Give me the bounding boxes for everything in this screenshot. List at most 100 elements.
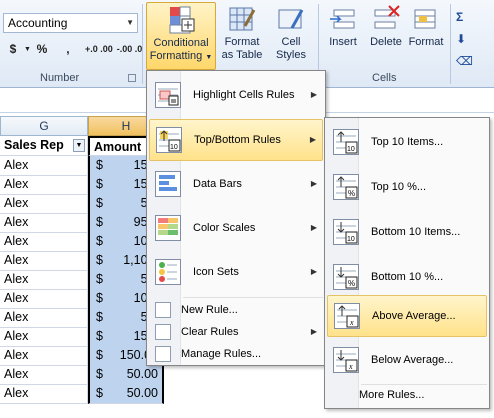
clear-icon[interactable]: ⌫: [456, 50, 486, 72]
sales-rep-cell[interactable]: Alex: [0, 175, 88, 195]
menu-item-label: New Rule...: [181, 304, 238, 316]
cell-styles-label-1: Cell: [281, 36, 301, 48]
currency-symbol: $: [96, 253, 103, 267]
amount-value: 50.00: [126, 386, 158, 400]
conditional-formatting-label-1: Conditional: [153, 37, 209, 49]
menu-item-data-bars[interactable]: Data Bars ▶: [149, 164, 323, 206]
menu-item-highlight-cells-rules[interactable]: Highlight Cells Rules ▶: [149, 75, 323, 117]
amount-cell[interactable]: $50.00: [88, 365, 164, 385]
menu-item-label: Top 10 Items...: [371, 136, 444, 148]
autosum-button[interactable]: Σ: [456, 6, 486, 28]
currency-symbol: $: [96, 177, 103, 191]
percent-style-button[interactable]: %: [33, 42, 51, 56]
increase-decimal-button[interactable]: +.0 .00: [85, 44, 113, 54]
menu-item-bottom-10-items[interactable]: 10 Bottom 10 Items...: [327, 212, 487, 254]
menu-item-top-10-percent[interactable]: % Top 10 %...: [327, 167, 487, 209]
header-cell-sales-rep[interactable]: Sales Rep ▼: [0, 136, 88, 156]
svg-text:10: 10: [347, 236, 355, 243]
header-label: Amount: [94, 140, 142, 154]
color-scales-icon: [155, 215, 181, 241]
sales-rep-cell[interactable]: Alex: [0, 289, 88, 309]
format-button[interactable]: Format: [406, 2, 446, 49]
currency-symbol: $: [96, 291, 103, 305]
currency-symbol: $: [96, 272, 103, 286]
submenu-arrow-icon: ▶: [309, 135, 316, 144]
sales-rep-cell[interactable]: Alex: [0, 346, 88, 366]
chevron-down-icon[interactable]: ▼: [24, 46, 31, 53]
cell-styles-label-2: Styles: [276, 49, 306, 61]
amount-value: 50.00: [126, 367, 158, 381]
insert-label: Insert: [329, 36, 357, 48]
menu-item-label: Top 10 %...: [371, 181, 427, 193]
svg-text:%: %: [348, 279, 355, 288]
sales-rep-cell[interactable]: Alex: [0, 156, 88, 176]
menu-item-top-10-items[interactable]: 10 Top 10 Items...: [327, 122, 487, 164]
conditional-formatting-button[interactable]: Conditional Formatting ▼: [146, 2, 216, 70]
menu-item-label: Below Average...: [371, 354, 454, 366]
column-header-g[interactable]: G: [0, 116, 88, 136]
sales-rep-cell[interactable]: Alex: [0, 384, 88, 404]
sales-rep-cell[interactable]: Alex: [0, 270, 88, 290]
icon-sets-icon: [155, 259, 181, 285]
top-10-items-icon: 10: [333, 129, 359, 155]
top-bottom-rules-icon: 10: [156, 127, 182, 153]
bottom-10-percent-icon: %: [333, 264, 359, 290]
delete-label: Delete: [370, 36, 402, 48]
chevron-down-icon: ▼: [126, 18, 134, 27]
menu-item-top-bottom-rules[interactable]: 10 Top/Bottom Rules ▶: [149, 119, 323, 161]
delete-button[interactable]: Delete: [366, 2, 406, 49]
menu-item-bottom-10-percent[interactable]: % Bottom 10 %...: [327, 257, 487, 299]
svg-text:10: 10: [347, 146, 355, 153]
sales-rep-cell[interactable]: Alex: [0, 308, 88, 328]
sales-rep-cell[interactable]: Alex: [0, 365, 88, 385]
menu-item-color-scales[interactable]: Color Scales ▶: [149, 208, 323, 250]
menu-item-label: Clear Rules: [181, 326, 239, 338]
svg-text:10: 10: [170, 144, 178, 151]
currency-symbol: $: [96, 348, 103, 362]
sales-rep-cell[interactable]: Alex: [0, 251, 88, 271]
menu-item-new-rule[interactable]: New Rule...: [149, 300, 323, 322]
new-rule-icon: [155, 302, 171, 318]
number-buttons-row: $ ▼ % , +.0 .00 -.00 .0: [4, 42, 143, 56]
submenu-arrow-icon: ▶: [310, 223, 317, 232]
decrease-decimal-button[interactable]: -.00 .0: [117, 44, 143, 54]
conditional-formatting-label-2: Formatting: [149, 50, 203, 62]
currency-format-button[interactable]: $: [4, 42, 22, 56]
manage-rules-icon: [155, 346, 171, 362]
top-bottom-rules-submenu: 10 Top 10 Items...% Top 10 %... 10 Bottom 10…: [324, 117, 490, 409]
currency-symbol: $: [96, 158, 103, 172]
delete-cells-icon: [371, 4, 401, 34]
menu-item-below-average[interactable]: x Below Average...: [327, 340, 487, 382]
submenu-arrow-icon: ▶: [310, 267, 317, 276]
number-format-dropdown[interactable]: Accounting ▼: [3, 13, 138, 33]
menu-item-more-rules[interactable]: More Rules...: [327, 386, 487, 406]
cell-styles-button[interactable]: Cell Styles: [270, 2, 312, 62]
fill-icon[interactable]: ⬇: [456, 28, 486, 50]
svg-text:%: %: [348, 189, 355, 198]
format-as-table-icon: [227, 4, 257, 34]
format-as-table-button[interactable]: Format as Table: [218, 2, 266, 62]
comma-style-button[interactable]: ,: [59, 42, 77, 56]
conditional-formatting-menu: Highlight Cells Rules ▶ 10 Top/Bottom Ru…: [146, 70, 326, 366]
submenu-arrow-icon: ▶: [310, 90, 317, 99]
currency-symbol: $: [96, 196, 103, 210]
sales-rep-cell[interactable]: Alex: [0, 327, 88, 347]
menu-item-above-average[interactable]: x Above Average...: [327, 295, 487, 337]
insert-button[interactable]: Insert: [324, 2, 362, 49]
sales-rep-cell[interactable]: Alex: [0, 232, 88, 252]
conditional-formatting-icon: [166, 5, 196, 35]
filter-dropdown-icon[interactable]: ▼: [73, 139, 85, 152]
menu-item-manage-rules[interactable]: Manage Rules...: [149, 344, 323, 366]
amount-cell[interactable]: $50.00: [88, 384, 164, 404]
format-cells-icon: [411, 4, 441, 34]
currency-symbol: $: [96, 386, 103, 400]
menu-item-label: Bottom 10 %...: [371, 271, 444, 283]
svg-text:x: x: [349, 318, 354, 327]
sales-rep-cell[interactable]: Alex: [0, 194, 88, 214]
menu-item-clear-rules[interactable]: Clear Rules ▶: [149, 322, 323, 344]
clear-rules-icon: [155, 324, 171, 340]
currency-symbol: $: [96, 367, 103, 381]
menu-item-icon-sets[interactable]: Icon Sets ▶: [149, 252, 323, 294]
sales-rep-cell[interactable]: Alex: [0, 213, 88, 233]
dialog-launcher-icon[interactable]: [128, 74, 136, 82]
